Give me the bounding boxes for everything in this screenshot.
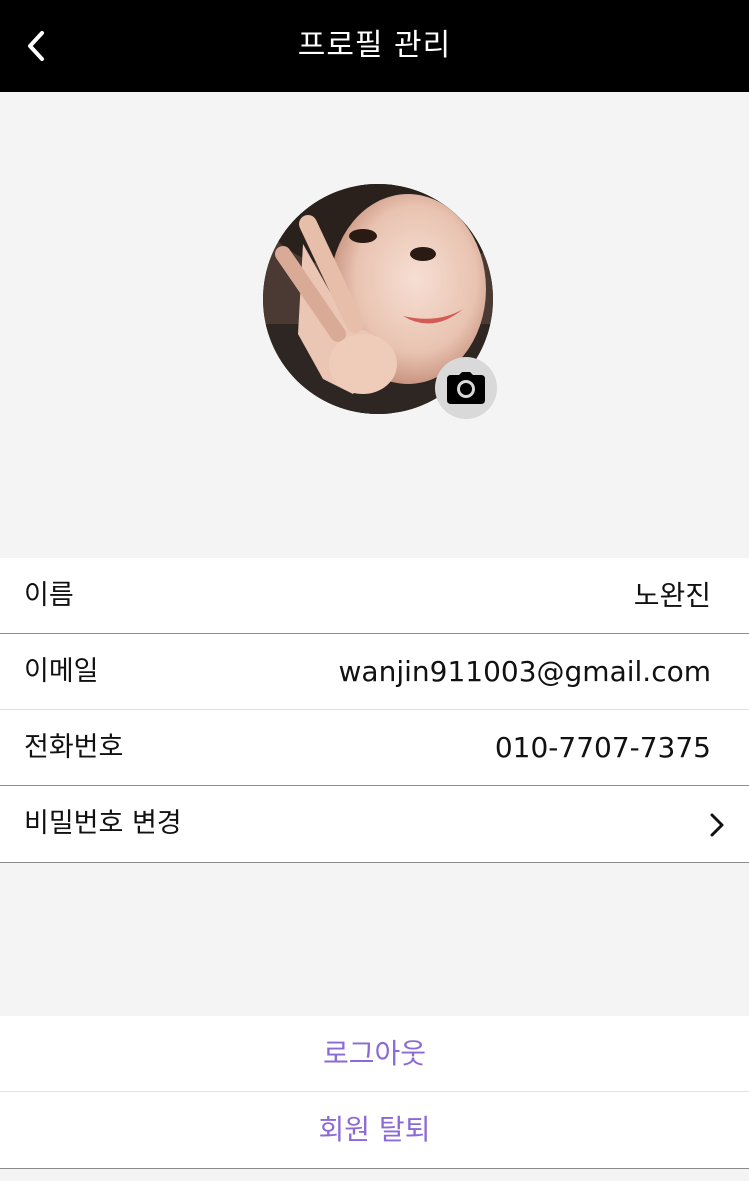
phone-row: 전화번호 010-7707-7375 [0, 710, 749, 786]
account-info-list: 이름 노완진 이메일 wanjin911003@gmail.com 전화번호 0… [0, 558, 749, 863]
change-password-label: 비밀번호 변경 [24, 808, 182, 839]
page-title: 프로필 관리 [297, 28, 452, 63]
logout-button[interactable]: 로그아웃 [0, 1016, 749, 1092]
email-row: 이메일 wanjin911003@gmail.com [0, 634, 749, 710]
change-photo-button[interactable] [435, 357, 497, 419]
camera-icon [447, 372, 485, 404]
phone-label: 전화번호 [24, 732, 124, 763]
name-row: 이름 노완진 [0, 558, 749, 634]
profile-photo-section [0, 92, 749, 558]
top-app-bar: 프로필 관리 [0, 0, 749, 92]
name-label: 이름 [24, 580, 74, 611]
name-value: 노완진 [633, 579, 711, 612]
withdraw-button[interactable]: 회원 탈퇴 [0, 1092, 749, 1169]
phone-value: 010-7707-7375 [494, 731, 711, 764]
account-actions: 로그아웃 회원 탈퇴 [0, 1016, 749, 1169]
chevron-right-icon [710, 813, 724, 837]
email-value: wanjin911003@gmail.com [338, 655, 711, 688]
change-password-row[interactable]: 비밀번호 변경 [0, 786, 749, 863]
email-label: 이메일 [24, 656, 99, 687]
